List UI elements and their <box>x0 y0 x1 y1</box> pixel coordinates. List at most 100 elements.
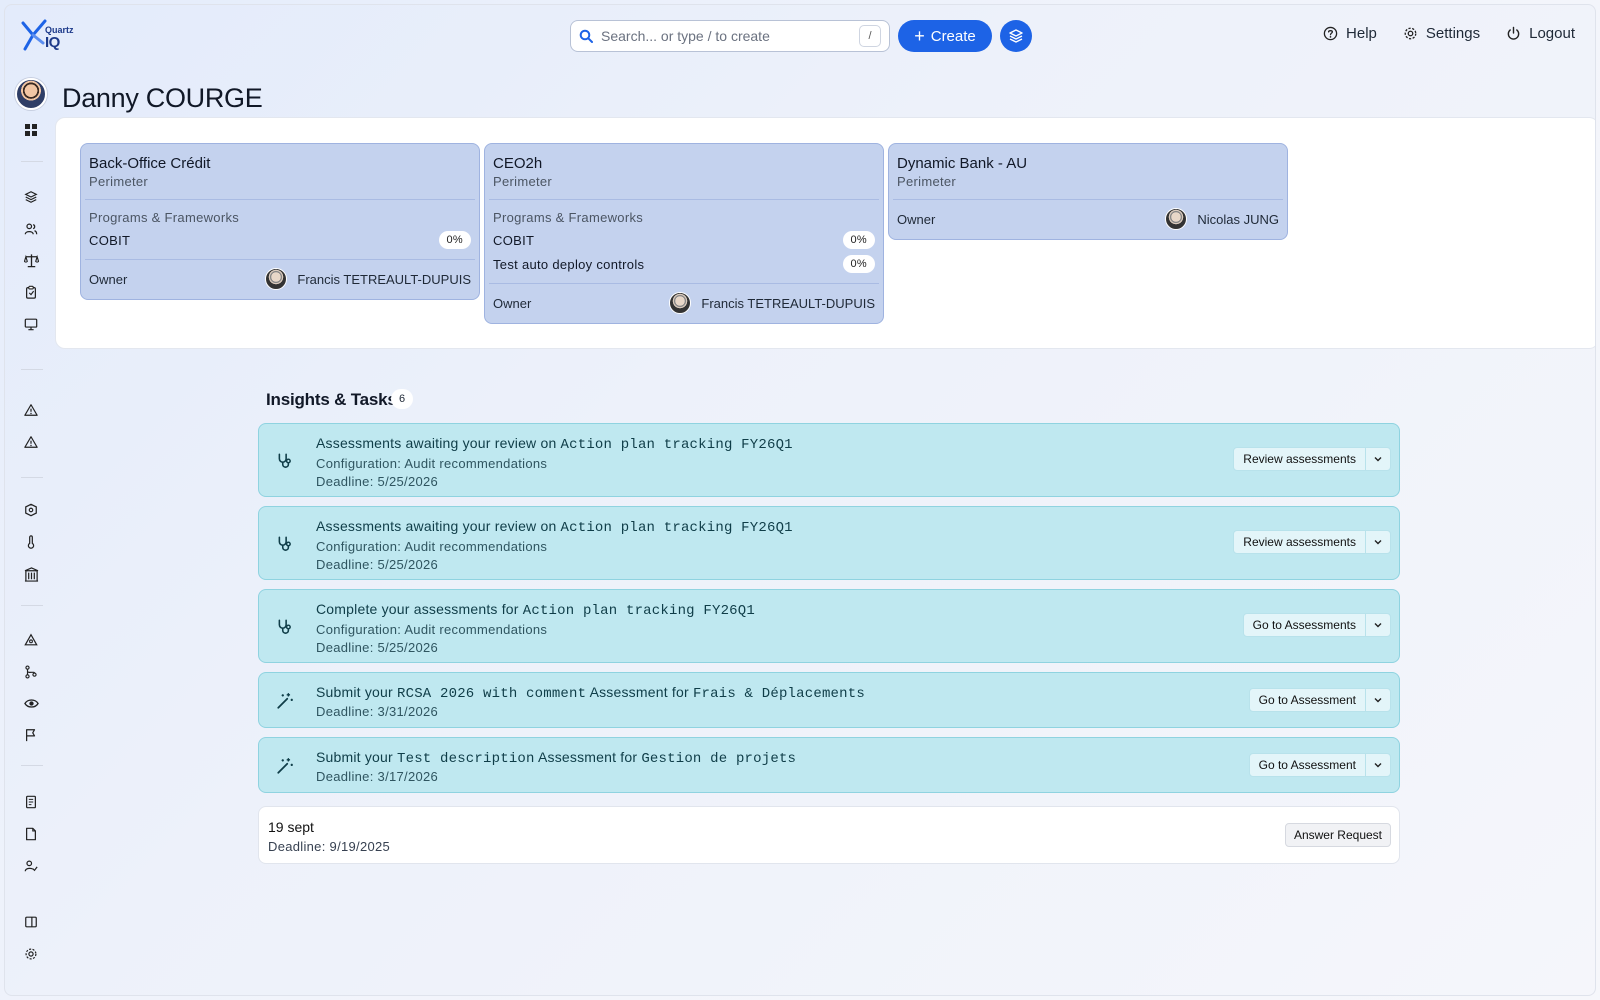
perimeter-type: Perimeter <box>897 174 957 189</box>
chevron-down-icon[interactable] <box>1366 531 1390 553</box>
program-row[interactable]: COBIT 0% <box>493 231 875 249</box>
warning-icon[interactable] <box>22 401 40 419</box>
owner-name[interactable]: Francis TETREAULT-DUPUIS <box>297 272 471 287</box>
settings-link[interactable]: Settings <box>1403 25 1480 42</box>
chevron-down-icon[interactable] <box>1366 448 1390 470</box>
task-deadline: Deadline: 3/31/2026 <box>316 704 439 719</box>
app-logo[interactable]: Quartz IQ <box>19 17 81 53</box>
help-link[interactable]: Help <box>1323 25 1377 42</box>
layers-button[interactable] <box>1000 20 1032 52</box>
create-button[interactable]: + Create <box>898 20 992 52</box>
users-icon[interactable] <box>22 220 40 238</box>
top-navigation: Help Settings Logout <box>1323 25 1575 42</box>
program-name: COBIT <box>493 232 535 248</box>
request-title: 19 sept <box>268 819 314 835</box>
search-bar[interactable]: / <box>570 20 890 52</box>
search-input[interactable] <box>601 28 859 44</box>
task-config: Configuration: Audit recommendations <box>316 456 548 471</box>
go-to-assessments-button[interactable]: Go to Assessments <box>1242 613 1391 637</box>
task-code: Action plan tracking FY26Q1 <box>522 603 755 619</box>
settings-nav-icon[interactable] <box>22 945 40 963</box>
perimeter-card[interactable]: Dynamic Bank - AU Perimeter Owner Nicola… <box>888 143 1288 240</box>
eye-icon[interactable] <box>22 694 40 712</box>
owner-label: Owner <box>897 211 936 227</box>
power-icon <box>1507 26 1520 40</box>
panel-toggle-icon[interactable] <box>22 913 40 931</box>
owner-avatar <box>669 292 692 314</box>
search-shortcut-badge: / <box>859 25 881 47</box>
magic-wand-icon <box>275 756 295 776</box>
owner-name[interactable]: Nicolas JUNG <box>1197 212 1279 227</box>
task-code: Frais & Déplacements <box>692 686 865 702</box>
owner-row: Owner Francis TETREAULT-DUPUIS <box>89 268 471 290</box>
plus-icon: + <box>914 26 925 46</box>
go-to-assessment-button[interactable]: Go to Assessment <box>1248 688 1391 712</box>
layers-icon <box>1009 29 1023 43</box>
task-text: Assessments awaiting your review on <box>316 435 557 451</box>
perimeter-type: Perimeter <box>89 174 149 189</box>
owner-row: Owner Nicolas JUNG <box>897 208 1279 230</box>
task-card[interactable]: Complete your assessments for Action pla… <box>258 589 1400 663</box>
task-config: Configuration: Audit recommendations <box>316 539 548 554</box>
task-title: Complete your assessments for Action pla… <box>316 601 755 619</box>
triangle-nodes-icon[interactable] <box>22 631 40 649</box>
action-label: Go to Assessments <box>1244 614 1366 636</box>
program-row[interactable]: COBIT 0% <box>89 231 471 249</box>
task-card[interactable]: Assessments awaiting your review on Acti… <box>258 506 1400 580</box>
perimeter-card[interactable]: Back-Office Crédit Perimeter Programs & … <box>80 143 480 300</box>
sidebar-divider <box>21 605 43 606</box>
task-title: Assessments awaiting your review on Acti… <box>316 435 793 453</box>
shield-icon[interactable] <box>22 501 40 519</box>
app-window: Quartz IQ / + Create Help <box>4 4 1596 996</box>
search-icon <box>579 29 593 43</box>
task-card[interactable]: Submit your Test description Assessment … <box>258 737 1400 793</box>
scale-icon[interactable] <box>22 251 40 269</box>
perimeter-name: Back-Office Crédit <box>89 155 211 172</box>
task-card[interactable]: Submit your RCSA 2026 with comment Asses… <box>258 672 1400 728</box>
task-code: Test description <box>397 751 535 767</box>
insights-count-badge: 6 <box>391 389 413 409</box>
programs-label: Programs & Frameworks <box>89 210 240 225</box>
clipboard-icon[interactable] <box>22 283 40 301</box>
monitor-icon[interactable] <box>22 315 40 333</box>
review-assessments-button[interactable]: Review assessments <box>1233 447 1391 471</box>
sidebar-divider <box>21 477 43 478</box>
review-assessments-button[interactable]: Review assessments <box>1233 530 1391 554</box>
task-card[interactable]: Assessments awaiting your review on Acti… <box>258 423 1400 497</box>
chevron-down-icon[interactable] <box>1366 614 1390 636</box>
answer-request-button[interactable]: Answer Request <box>1284 823 1391 847</box>
logout-label: Logout <box>1529 25 1575 42</box>
task-title: Submit your Test description Assessment … <box>316 749 796 767</box>
layers-nav-icon[interactable] <box>22 188 40 206</box>
git-branch-icon[interactable] <box>22 663 40 681</box>
owner-avatar <box>1165 208 1188 230</box>
perimeter-card[interactable]: CEO2h Perimeter Programs & Frameworks CO… <box>484 143 884 324</box>
chevron-down-icon[interactable] <box>1366 689 1390 711</box>
owner-name[interactable]: Francis TETREAULT-DUPUIS <box>701 296 875 311</box>
stethoscope-icon <box>275 534 295 554</box>
chevron-down-icon[interactable] <box>1366 754 1390 776</box>
program-row[interactable]: Test auto deploy controls 0% <box>493 255 875 273</box>
create-button-label: Create <box>930 27 976 45</box>
task-deadline: Deadline: 5/25/2026 <box>316 640 439 655</box>
thermometer-icon[interactable] <box>22 533 40 551</box>
logout-link[interactable]: Logout <box>1506 25 1575 42</box>
task-title: Submit your RCSA 2026 with comment Asses… <box>316 684 865 702</box>
go-to-assessment-button[interactable]: Go to Assessment <box>1248 753 1391 777</box>
task-text: Submit your <box>316 684 393 700</box>
reports-icon[interactable] <box>22 793 40 811</box>
request-card[interactable]: 19 sept Deadline: 9/19/2025 Answer Reque… <box>258 806 1400 864</box>
action-label: Review assessments <box>1234 448 1366 470</box>
program-name: COBIT <box>89 232 131 248</box>
task-config: Configuration: Audit recommendations <box>316 622 548 637</box>
dashboard-icon[interactable] <box>22 121 40 139</box>
flag-icon[interactable] <box>22 726 40 744</box>
user-check-icon[interactable] <box>22 857 40 875</box>
document-icon[interactable] <box>22 825 40 843</box>
alert-triangle-icon[interactable] <box>22 433 40 451</box>
stethoscope-icon <box>275 617 295 637</box>
task-title: Assessments awaiting your review on Acti… <box>316 518 793 536</box>
building-icon[interactable] <box>22 565 40 583</box>
user-avatar[interactable] <box>15 78 47 110</box>
card-divider <box>893 199 1283 200</box>
